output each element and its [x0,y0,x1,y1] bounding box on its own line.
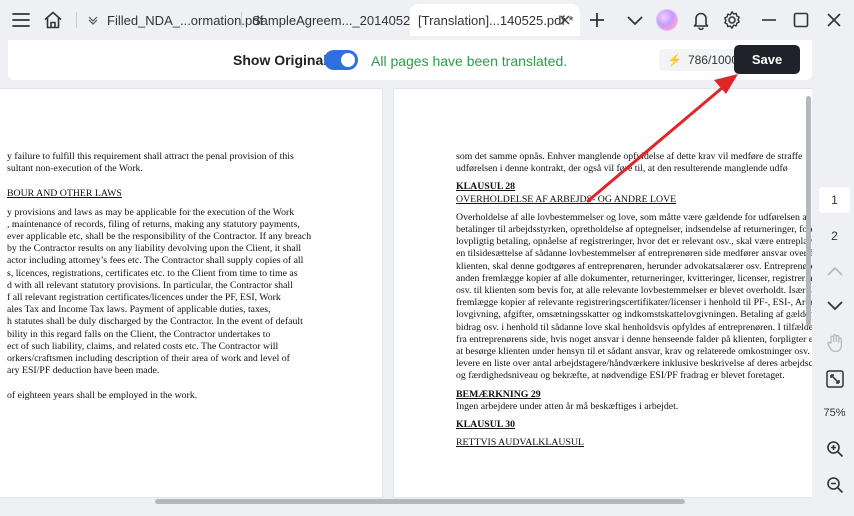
fit-page-icon[interactable] [819,366,850,392]
translation-toolbar: Show Original All pages have been transl… [8,40,812,80]
text-line: ect of such liability, claims, and relat… [7,340,279,352]
text-line: fremlægge kopier af relevante registreri… [456,297,812,309]
original-page: y failure to fulfill this requirement sh… [0,88,383,498]
lightning-icon: ⚡ [667,53,682,67]
text-line: of eighteen years shall be employed in t… [7,390,198,402]
clause-subheading: OVERHOLDELSE AF ARBEJDS- OG ANDRE LOVE [456,193,677,205]
document-viewport[interactable]: y failure to fulfill this requirement sh… [0,80,812,516]
avatar[interactable] [656,9,678,31]
page-thumb-1[interactable]: 1 [819,187,850,213]
text-line: Ingen arbejdere under atten år må beskæf… [456,400,679,412]
tab-label: Filled_NDA_...ormation.pdf [107,12,264,28]
text-line: lovgivning, afgifter, omsætningsskatter … [456,309,812,321]
text-line: by the Contractor results on any liabili… [7,243,302,255]
text-line: betalinger til arbejdsstyrken, oprethold… [456,224,812,236]
zoom-in-icon[interactable] [819,436,850,462]
original-page-content: y failure to fulfill this requirement sh… [7,151,311,403]
zoom-level[interactable]: 75% [819,400,850,426]
tab-translation-active[interactable]: [Translation]...140525.pdf * [410,4,580,36]
text-line: actor including attorney’s fees etc. The… [7,255,304,267]
maximize-icon[interactable] [790,9,812,31]
text-line: s, licences, registrations, certificates… [7,267,298,279]
page-navigation-panel: 1 2 75% [815,80,854,516]
text-line: bidrag osv. i henhold til sådanne love s… [456,321,812,333]
text-line: levere en liste over antal arbejdstagere… [456,358,812,370]
new-tab-plus-icon[interactable] [586,9,608,31]
translated-page: som det samme opnås. Enhver manglende op… [393,88,812,498]
text-line: orkers/craftsmen including description o… [7,353,290,365]
text-line: bility in this regard falls on the Clien… [7,328,271,340]
horizontal-scrollbar[interactable] [155,499,685,504]
text-line: ary ESI/PF deduction have been made. [7,365,160,377]
clause-heading: KLAUSUL 30 [456,419,516,431]
quota-value: 786/1000 [687,53,739,67]
text-line: klienten, skal denne godtgøres af entrep… [456,260,812,272]
translation-status: All pages have been translated. [371,53,568,69]
chevron-up-icon[interactable] [819,258,850,284]
menu-icon[interactable] [10,9,32,31]
tab-label: [Translation]...140525.pdf * [418,12,574,28]
text-line: y failure to fulfill this requirement sh… [7,151,294,162]
page-thumb-2[interactable]: 2 [819,223,850,249]
text-line: at besørge klienten under hensyn til et … [456,346,810,358]
text-line: osv. til klienten som bevis for, at alle… [456,285,812,297]
text-line: udførelsen i denne kontrakt, der også vi… [456,163,788,175]
clause-subheading: RETTVIS AUDVALKLAUSUL [456,437,584,449]
text-line: ever applicable etc, shall be the respon… [7,231,312,243]
tab-divider [76,12,77,28]
title-bar: Filled_NDA_...ormation.pdf SampleAgreem.… [0,0,854,40]
text-line: sultant non-execution of the Work. [7,163,143,175]
text-line: ales Tax and Income Tax laws. Payment of… [7,304,271,316]
tab-filled-nda[interactable]: Filled_NDA_...ormation.pdf [76,4,263,36]
text-line: y provisions and laws as may be applicab… [7,206,295,218]
gear-icon[interactable] [721,9,743,31]
clause-heading: BEMÆRKNING 29 [456,388,541,400]
text-line: lovpligtig betaling, opnåelse af registr… [456,236,812,248]
clause-heading: KLAUSUL 28 [456,181,516,193]
close-tab-icon[interactable] [558,13,572,27]
section-heading: BOUR AND OTHER LAWS [7,188,122,200]
translation-quota-badge: ⚡ 786/1000 [659,49,747,71]
text-line: fra entreprenørens side, hvis noget ansv… [456,333,812,345]
chevron-down-icon[interactable] [624,10,646,32]
text-line: d with all relevant statutory provisions… [7,279,293,291]
text-line: h statutes shall be duly discharged by t… [7,316,303,328]
show-original-label: Show Original [233,52,328,68]
text-line: og færdighedsniveau og bekræfte, at nødv… [456,370,785,382]
text-line: som det samme opnås. Enhver manglende op… [456,151,803,162]
chevron-down-icon[interactable] [819,293,850,319]
show-original-toggle[interactable] [324,50,358,70]
tab-divider [241,12,242,28]
home-icon[interactable] [42,9,64,31]
minimize-icon[interactable] [758,9,780,31]
text-line: , maintenance of records, filing of retu… [7,218,300,230]
hand-tool-icon[interactable] [819,330,850,356]
zoom-out-icon[interactable] [819,472,850,498]
text-line: en tilsidesættelse af sådanne lovbestemm… [456,248,812,260]
pdf-icon [87,14,99,26]
toggle-knob [341,53,355,67]
save-button[interactable]: Save [734,45,800,74]
vertical-scrollbar[interactable] [806,96,811,326]
bell-icon[interactable] [690,9,712,31]
text-line: f all relevant registration certificates… [7,292,281,304]
text-line: anden fremlægge kopier af alle dokumente… [456,272,812,284]
close-window-icon[interactable] [823,9,845,31]
translated-page-content: som det samme opnås. Enhver manglende op… [456,151,812,449]
text-line: Overholdelse af alle lovbestemmelser og … [456,211,812,223]
